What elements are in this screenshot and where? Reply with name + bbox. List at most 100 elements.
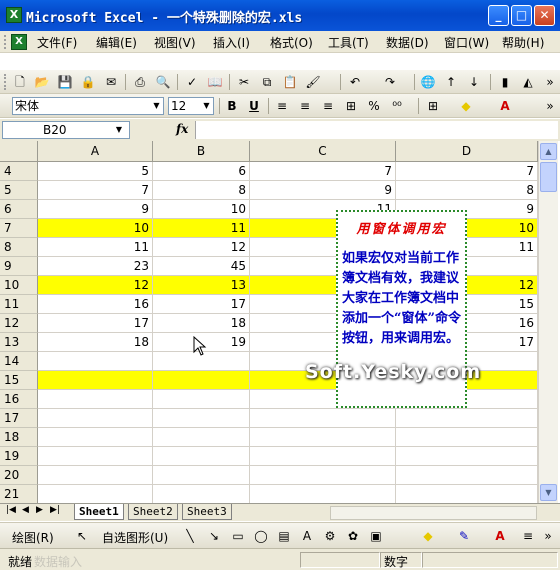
sheet-tab-sheet3[interactable]: Sheet3 — [182, 504, 232, 520]
cell-a7[interactable]: 10 — [38, 219, 153, 237]
autoshapes-menu-button[interactable]: 自选图形(U) — [102, 529, 168, 546]
toolbar-options-icon[interactable]: » — [540, 528, 556, 544]
cell-c19[interactable] — [250, 447, 396, 465]
bold-button[interactable]: B — [224, 98, 240, 114]
menu-help[interactable]: 帮助(H) — [502, 34, 544, 51]
cell-c20[interactable] — [250, 466, 396, 484]
picture-icon[interactable]: ▣ — [368, 528, 384, 544]
line-style-icon[interactable]: ≡ — [520, 528, 536, 544]
cell-b19[interactable] — [153, 447, 250, 465]
cell-b12[interactable]: 18 — [153, 314, 250, 332]
row-header-21[interactable]: 21 — [0, 485, 38, 503]
sheet-tab-sheet1[interactable]: Sheet1 — [74, 504, 124, 520]
textbox-icon[interactable]: ▤ — [276, 528, 292, 544]
new-icon[interactable]: 🗋 — [12, 74, 28, 90]
chevron-down-icon[interactable]: ▼ — [109, 122, 129, 138]
oval-icon[interactable]: ◯ — [253, 528, 269, 544]
borders-icon[interactable]: ⊞ — [425, 98, 441, 114]
cell-a9[interactable]: 23 — [38, 257, 153, 275]
hyperlink-icon[interactable]: 🌐 — [420, 74, 436, 90]
print-preview-icon[interactable]: 🔍 — [155, 74, 171, 90]
open-icon[interactable]: 📂 — [34, 74, 50, 90]
draw-menu-button[interactable]: 绘图(R) — [12, 529, 54, 546]
maximize-button[interactable]: □ — [511, 5, 532, 26]
cell-a21[interactable] — [38, 485, 153, 503]
vertical-scrollbar[interactable]: ▲ ▼ — [538, 141, 558, 503]
row-header-20[interactable]: 20 — [0, 466, 38, 485]
permission-icon[interactable]: 🔒 — [80, 74, 96, 90]
row-header-6[interactable]: 6 — [0, 200, 38, 219]
align-left-icon[interactable]: ≡ — [274, 98, 290, 114]
row-header-12[interactable]: 12 — [0, 314, 38, 333]
name-box[interactable]: B20 ▼ — [2, 121, 130, 139]
row-header-4[interactable]: 4 — [0, 162, 38, 181]
chevron-down-icon[interactable]: ▼ — [150, 98, 163, 114]
line-color-icon[interactable]: ✎ — [456, 528, 472, 544]
cell-b18[interactable] — [153, 428, 250, 446]
cell-a4[interactable]: 5 — [38, 162, 153, 180]
line-icon[interactable]: ╲ — [182, 528, 198, 544]
minimize-button[interactable]: _ — [488, 5, 509, 26]
cell-a17[interactable] — [38, 409, 153, 427]
formula-input[interactable] — [195, 121, 558, 139]
cell-b7[interactable]: 11 — [153, 219, 250, 237]
paste-icon[interactable]: 📋 — [282, 74, 298, 90]
column-header-a[interactable]: A — [38, 141, 153, 162]
cell-a14[interactable] — [38, 352, 153, 370]
drawing-icon[interactable]: ◭ — [520, 74, 536, 90]
cell-b15[interactable] — [153, 371, 250, 389]
insert-function-icon[interactable]: fx — [176, 122, 188, 136]
row-header-11[interactable]: 11 — [0, 295, 38, 314]
underline-button[interactable]: U — [246, 98, 262, 114]
menu-data[interactable]: 数据(D) — [386, 34, 429, 51]
cell-b4[interactable]: 6 — [153, 162, 250, 180]
sort-descending-icon[interactable]: ↓ — [466, 74, 482, 90]
scroll-down-icon[interactable]: ▼ — [540, 484, 557, 501]
cell-d4[interactable]: 7 — [396, 162, 538, 180]
menu-edit[interactable]: 编辑(E) — [96, 34, 137, 51]
cell-a18[interactable] — [38, 428, 153, 446]
row-header-10[interactable]: 10 — [0, 276, 38, 295]
chevron-down-icon[interactable]: ▼ — [200, 98, 213, 114]
font-size-select[interactable]: 12 ▼ — [168, 97, 214, 115]
menu-file[interactable]: 文件(F) — [37, 34, 77, 51]
rectangle-icon[interactable]: ▭ — [230, 528, 246, 544]
row-header-18[interactable]: 18 — [0, 428, 38, 447]
cell-b20[interactable] — [153, 466, 250, 484]
fill-color-icon[interactable]: ◆ — [420, 528, 436, 544]
format-painter-icon[interactable]: 🖌 — [305, 74, 321, 90]
font-name-select[interactable]: 宋体 ▼ — [12, 97, 164, 115]
diagram-icon[interactable]: ⚙ — [322, 528, 338, 544]
cell-b8[interactable]: 12 — [153, 238, 250, 256]
redo-icon[interactable]: ↷ — [382, 74, 398, 90]
cell-a5[interactable]: 7 — [38, 181, 153, 199]
row-header-14[interactable]: 14 — [0, 352, 38, 371]
cell-a20[interactable] — [38, 466, 153, 484]
merge-center-icon[interactable]: ⊞ — [343, 98, 359, 114]
cell-d20[interactable] — [396, 466, 538, 484]
cell-b9[interactable]: 45 — [153, 257, 250, 275]
cell-a10[interactable]: 12 — [38, 276, 153, 294]
cell-b17[interactable] — [153, 409, 250, 427]
horizontal-scrollbar[interactable] — [330, 506, 537, 520]
last-sheet-icon[interactable]: ▶| — [50, 505, 60, 515]
cell-b16[interactable] — [153, 390, 250, 408]
align-right-icon[interactable]: ≡ — [320, 98, 336, 114]
select-all-corner[interactable] — [0, 141, 38, 162]
cell-d19[interactable] — [396, 447, 538, 465]
column-header-c[interactable]: C — [250, 141, 396, 162]
menu-tools[interactable]: 工具(T) — [328, 34, 369, 51]
decimal-icon[interactable]: ⁰⁰ — [389, 98, 405, 114]
row-header-7[interactable]: 7 — [0, 219, 38, 238]
research-icon[interactable]: 📖 — [207, 74, 223, 90]
menu-format[interactable]: 格式(O) — [270, 34, 313, 51]
cell-a12[interactable]: 17 — [38, 314, 153, 332]
email-icon[interactable]: ✉ — [103, 74, 119, 90]
cell-c17[interactable] — [250, 409, 396, 427]
cell-a15[interactable] — [38, 371, 153, 389]
spelling-icon[interactable]: ✓ — [184, 74, 200, 90]
cell-b10[interactable]: 13 — [153, 276, 250, 294]
workbook-icon[interactable]: X — [11, 34, 27, 50]
cell-b6[interactable]: 10 — [153, 200, 250, 218]
cell-a19[interactable] — [38, 447, 153, 465]
